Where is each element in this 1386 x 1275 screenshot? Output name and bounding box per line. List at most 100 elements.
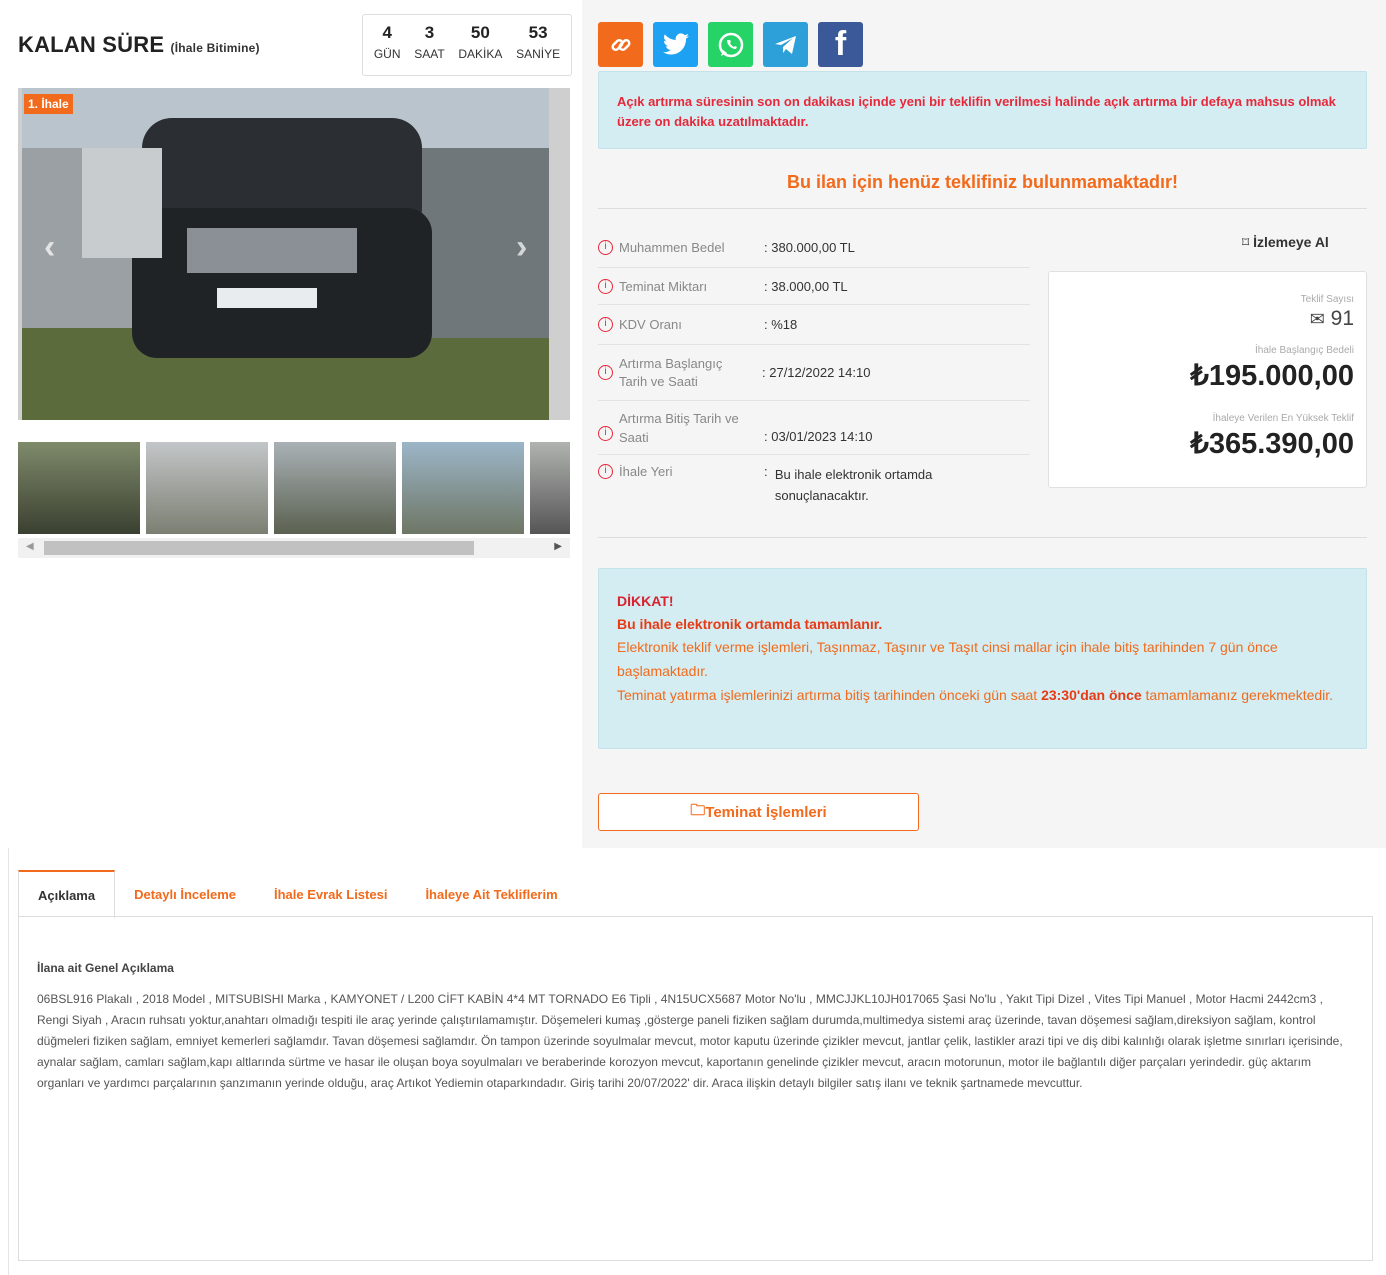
countdown-seconds: 53 SANİYE	[516, 23, 560, 70]
detail-value: 380.000,00 TL	[771, 240, 855, 255]
facebook-icon[interactable]: f	[818, 22, 863, 67]
telegram-icon[interactable]	[763, 22, 808, 67]
warning-line-2c: tamamlamanız gerekmektedir.	[1141, 687, 1334, 703]
warning-line-2b: 23:30'dan önce	[1041, 687, 1142, 703]
bid-count-label: Teklif Sayısı	[1300, 294, 1354, 305]
watch-button[interactable]: ⌑ İzlemeye Al	[1242, 234, 1329, 251]
detail-label: KDV Oranı	[619, 317, 682, 332]
thumbnail-5[interactable]	[530, 442, 570, 534]
warning-bold: Bu ihale elektronik ortamda tamamlanır.	[617, 616, 883, 632]
description-pane: İlana ait Genel Açıklama 06BSL916 Plakal…	[18, 916, 1373, 1261]
info-icon: i	[598, 425, 613, 441]
thumbnail-scrollbar[interactable]: ◀ ▶	[18, 538, 570, 558]
info-icon: i	[598, 464, 613, 479]
countdown-title: KALAN SÜRE (İhale Bitimine)	[18, 32, 260, 58]
teminat-button[interactable]: 🗀 Teminat İşlemleri	[598, 793, 919, 831]
countdown-title-text: KALAN SÜRE	[18, 32, 165, 57]
info-icon: i	[598, 317, 613, 332]
countdown-days-label: GÜN	[373, 47, 401, 61]
detail-label: Muhammen Bedel	[619, 240, 725, 255]
detail-row: i Artırma Başlangıç Tarih ve Saati: 27/12…	[598, 345, 1030, 401]
detail-label: İhale Yeri	[619, 464, 673, 479]
countdown-seconds-value: 53	[528, 23, 548, 42]
countdown-subtitle: (İhale Bitimine)	[170, 41, 260, 55]
auction-page: KALAN SÜRE (İhale Bitimine) 4 GÜN 3 SAAT 5…	[0, 0, 1386, 1275]
thumbnail-1[interactable]	[18, 442, 140, 534]
countdown-days: 4 GÜN	[374, 23, 401, 70]
warning-title: DİKKAT!	[617, 593, 674, 609]
start-price-value: ₺195.000,00	[1190, 360, 1354, 392]
divider-2	[598, 537, 1367, 538]
page-border	[8, 848, 9, 1275]
bid-count-value: 91	[1330, 307, 1354, 330]
main-vehicle-image[interactable]: 1. İhale ‹ ›	[18, 88, 570, 420]
auction-badge: 1. İhale	[24, 94, 73, 114]
no-bid-message: Bu ilan için henüz teklifiniz bulunmamak…	[786, 172, 1179, 192]
detail-value: 27/12/2022 14:10	[769, 365, 871, 380]
detail-label: Artırma Başlangıç Tarih ve Saati	[619, 355, 723, 389]
countdown-days-value: 4	[382, 23, 392, 42]
countdown-hours-label: SAAT	[414, 47, 445, 61]
tab-bar: Açıklama Detaylı İnceleme İhale Evrak Li…	[18, 870, 1372, 918]
folder-icon: 🗀	[690, 801, 706, 819]
tab-tekliflerim[interactable]: İhaleye Ait Tekliflerim	[406, 870, 576, 918]
watch-label: İzlemeye Al	[1253, 234, 1329, 250]
left-column: KALAN SÜRE (İhale Bitimine) 4 GÜN 3 SAAT 5…	[18, 14, 572, 558]
next-arrow-icon[interactable]: ›	[516, 228, 527, 267]
detail-row: i İhale Yeri: Bu ihale elektronik ortamda…	[598, 455, 1030, 515]
info-icon: i	[598, 240, 613, 255]
tab-aciklama[interactable]: Açıklama	[18, 870, 116, 918]
right-panel: f Açık artırma süresinin son on dakikası…	[582, 0, 1386, 848]
twitter-icon[interactable]	[653, 22, 698, 67]
scroll-right-icon[interactable]: ▶	[554, 541, 562, 552]
top-bid-label: İhaleye Verilen En Yüksek Teklif	[1212, 413, 1354, 424]
bid-count: ✉ 91	[1061, 307, 1354, 331]
detail-label: Artırma Bitiş Tarih ve Saati	[619, 410, 739, 445]
tab-detayli-inceleme[interactable]: Detaylı İnceleme	[115, 870, 255, 918]
share-bar: f	[598, 22, 863, 67]
detail-value: Bu ihale elektronik ortamda sonuçlanacak…	[774, 467, 933, 503]
detail-row: i KDV Oranı: %18	[598, 305, 1030, 345]
thumbnail-4[interactable]	[402, 442, 524, 534]
thumbnail-2[interactable]	[146, 442, 268, 534]
start-price-label: İhale Başlangıç Bedeli	[1255, 345, 1354, 356]
detail-value: 38.000,00 TL	[771, 278, 848, 294]
countdown-seconds-label: SANİYE	[516, 47, 561, 61]
warning-line-2a: Teminat yatırma işlemlerinizi artırma bi…	[617, 687, 1042, 703]
vehicle-photo	[22, 88, 549, 420]
countdown-minutes-value: 50	[470, 23, 490, 42]
scroll-left-icon[interactable]: ◀	[26, 541, 34, 552]
whatsapp-icon[interactable]	[708, 22, 753, 67]
detail-row: i Muhammen Bedel: 380.000,00 TL	[598, 228, 1030, 268]
countdown-minutes-label: DAKİKA	[458, 47, 503, 61]
prev-arrow-icon[interactable]: ‹	[44, 228, 55, 267]
extension-notice: Açık artırma süresinin son on dakikası i…	[598, 71, 1367, 149]
bid-stats-card: Teklif Sayısı ✉ 91 İhale Başlangıç Bedel…	[1048, 271, 1367, 488]
countdown-box: 4 GÜN 3 SAAT 50 DAKİKA 53 SANİYE	[362, 14, 572, 76]
teminat-label: Teminat İşlemleri	[705, 803, 827, 821]
info-icon: i	[598, 365, 613, 380]
bookmark-icon: ⌑	[1242, 234, 1250, 250]
description-text: 06BSL916 Plakalı , 2018 Model , MITSUBIS…	[37, 992, 1343, 1090]
link-icon[interactable]	[598, 22, 643, 67]
details-list: i Muhammen Bedel: 380.000,00 TL i Teminat …	[598, 228, 1030, 515]
detail-label: Teminat Miktarı	[619, 278, 708, 294]
countdown-minutes: 50 DAKİKA	[458, 23, 502, 70]
warning-box: DİKKAT! Bu ihale elektronik ortamda tama…	[598, 568, 1367, 749]
tab-evrak-listesi[interactable]: İhale Evrak Listesi	[255, 870, 406, 918]
countdown-hours-value: 3	[424, 23, 435, 42]
detail-value: 03/01/2023 14:10	[771, 429, 873, 444]
thumbnail-3[interactable]	[274, 442, 396, 534]
detail-row: i Teminat Miktarı: 38.000,00 TL	[598, 268, 1030, 305]
divider-1	[598, 208, 1367, 209]
detail-value: %18	[771, 317, 798, 332]
description-heading: İlana ait Genel Açıklama	[37, 961, 174, 975]
top-bid-value: ₺365.390,00	[1190, 428, 1354, 460]
envelope-icon: ✉	[1309, 309, 1325, 329]
scrollbar-thumb[interactable]	[44, 541, 474, 555]
countdown-header: KALAN SÜRE (İhale Bitimine) 4 GÜN 3 SAAT 5…	[18, 14, 572, 76]
thumbnail-strip	[18, 442, 570, 534]
detail-row: i Artırma Bitiş Tarih ve Saati: 03/01/202…	[598, 401, 1030, 455]
info-icon: i	[598, 278, 613, 294]
countdown-hours: 3 SAAT	[414, 23, 444, 70]
